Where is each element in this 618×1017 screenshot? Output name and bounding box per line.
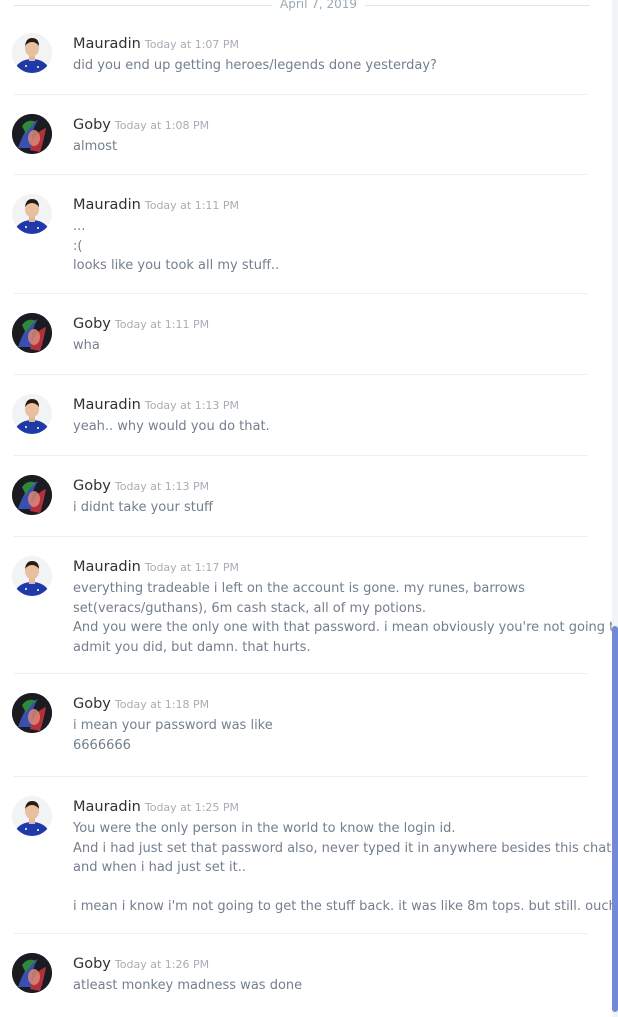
goby-avatar[interactable] <box>12 953 52 993</box>
message-timestamp: Today at 1:25 PM <box>144 801 240 814</box>
message-timestamp: Today at 1:18 PM <box>114 698 210 711</box>
scrollbar-track[interactable] <box>612 0 618 1017</box>
message-content: did you end up getting heroes/legends do… <box>73 56 601 76</box>
scrollbar-thumb[interactable] <box>612 626 618 1012</box>
message-divider <box>14 776 588 777</box>
message-content: i mean your password was like 6666666 <box>73 716 601 755</box>
message-divider <box>14 174 588 175</box>
mauradin-avatar[interactable] <box>12 33 52 73</box>
message-timestamp: Today at 1:17 PM <box>144 561 240 574</box>
message-text-line: set(veracs/guthans), 6m cash stack, all … <box>73 600 426 616</box>
mauradin-avatar[interactable] <box>12 796 52 836</box>
message-text-line: You were the only person in the world to… <box>73 821 456 836</box>
message: Goby Today at 1:11 PM wha <box>0 313 606 375</box>
author-name[interactable]: Goby <box>73 117 111 133</box>
message-text-line: :( <box>73 238 83 254</box>
author-name[interactable]: Mauradin <box>73 36 141 52</box>
author-name[interactable]: Mauradin <box>73 397 141 413</box>
message-text-line: 6666666 <box>73 737 131 753</box>
message-header: Goby Today at 1:11 PM <box>73 313 209 333</box>
message-content: wha <box>73 336 601 356</box>
chat-messages: April 7, 2019 Mauradin Today at 1:07 PM di… <box>0 0 618 1017</box>
message-content: everything tradeable i left on the accou… <box>73 579 618 657</box>
message-text-line: almost <box>73 139 118 154</box>
message-divider <box>14 293 588 294</box>
author-name[interactable]: Mauradin <box>73 799 141 815</box>
message-header: Mauradin Today at 1:13 PM <box>73 394 239 414</box>
message-text-line: wha <box>73 338 100 353</box>
message-text-line: atleast monkey madness was done <box>73 978 303 993</box>
message-divider <box>14 94 588 95</box>
author-name[interactable]: Goby <box>73 478 111 494</box>
author-name[interactable]: Mauradin <box>73 559 141 575</box>
message-content: atleast monkey madness was done <box>73 976 601 996</box>
message-timestamp: Today at 1:08 PM <box>114 119 210 132</box>
message-divider <box>14 673 588 674</box>
message-header: Mauradin Today at 1:25 PM <box>73 796 239 816</box>
message-text-line: admit you did, but damn. that hurts. <box>73 639 311 655</box>
message-content: You were the only person in the world to… <box>73 819 618 917</box>
message-text-line: And i had just set that password also, n… <box>73 840 616 856</box>
message-timestamp: Today at 1:13 PM <box>144 399 240 412</box>
message-timestamp: Today at 1:11 PM <box>114 318 210 331</box>
message: Mauradin Today at 1:25 PM You were the onl… <box>0 796 618 934</box>
message-header: Goby Today at 1:13 PM <box>73 475 209 495</box>
message-text-line: And you were the only one with that pass… <box>73 620 618 635</box>
message-timestamp: Today at 1:26 PM <box>114 958 210 971</box>
author-name[interactable]: Goby <box>73 696 111 712</box>
goby-avatar[interactable] <box>12 114 52 154</box>
message-timestamp: Today at 1:07 PM <box>144 38 240 51</box>
message-text-line: ... <box>73 219 86 234</box>
message-content: ... :( looks like you took all my stuff.. <box>73 217 601 276</box>
message-header: Mauradin Today at 1:17 PM <box>73 556 239 576</box>
message-text-line: i mean i know i'm not going to get the s… <box>73 899 618 914</box>
message-header: Goby Today at 1:26 PM <box>73 953 209 973</box>
message-divider <box>14 455 588 456</box>
goby-avatar[interactable] <box>12 693 52 733</box>
message-header: Mauradin Today at 1:11 PM <box>73 194 239 214</box>
goby-avatar[interactable] <box>12 475 52 515</box>
message-text-line: yeah.. why would you do that. <box>73 419 270 434</box>
mauradin-avatar[interactable] <box>12 556 52 596</box>
message-text-line: and when i had just set it.. <box>73 860 246 875</box>
message-divider <box>14 536 588 537</box>
message-text-line: looks like you took all my stuff.. <box>73 258 280 273</box>
message-text-line: did you end up getting heroes/legends do… <box>73 58 437 73</box>
message-timestamp: Today at 1:11 PM <box>144 199 240 212</box>
message: Goby Today at 1:26 PM atleast monkey madne… <box>0 953 606 1013</box>
message-divider <box>14 374 588 375</box>
message: Mauradin Today at 1:17 PM everything trade… <box>0 556 618 674</box>
message: Goby Today at 1:13 PM i didnt take your st… <box>0 475 606 537</box>
message-divider <box>14 933 588 934</box>
message: Goby Today at 1:08 PM almost <box>0 114 606 175</box>
author-name[interactable]: Mauradin <box>73 197 141 213</box>
author-name[interactable]: Goby <box>73 316 111 332</box>
message-header: Mauradin Today at 1:07 PM <box>73 33 239 53</box>
message-text-line <box>73 878 601 898</box>
message-text-line: i mean your password was like <box>73 718 273 733</box>
message-text-line: everything tradeable i left on the accou… <box>73 581 525 596</box>
mauradin-avatar[interactable] <box>12 194 52 234</box>
message-timestamp: Today at 1:13 PM <box>114 480 210 493</box>
message-content: i didnt take your stuff <box>73 498 601 518</box>
message: Mauradin Today at 1:11 PM... :( looks like … <box>0 194 606 294</box>
message-content: yeah.. why would you do that. <box>73 417 601 437</box>
message: Mauradin Today at 1:07 PM did you end up g… <box>0 33 606 95</box>
author-name[interactable]: Goby <box>73 956 111 972</box>
date-divider-label: April 7, 2019 <box>272 0 366 12</box>
message-content: almost <box>73 137 601 157</box>
message-header: Goby Today at 1:08 PM <box>73 114 209 134</box>
mauradin-avatar[interactable] <box>12 394 52 434</box>
message-header: Goby Today at 1:18 PM <box>73 693 209 713</box>
message: Goby Today at 1:18 PM i mean your password… <box>0 693 606 777</box>
goby-avatar[interactable] <box>12 313 52 353</box>
message: Mauradin Today at 1:13 PM yeah.. why would… <box>0 394 606 456</box>
message-text-line: i didnt take your stuff <box>73 500 214 515</box>
